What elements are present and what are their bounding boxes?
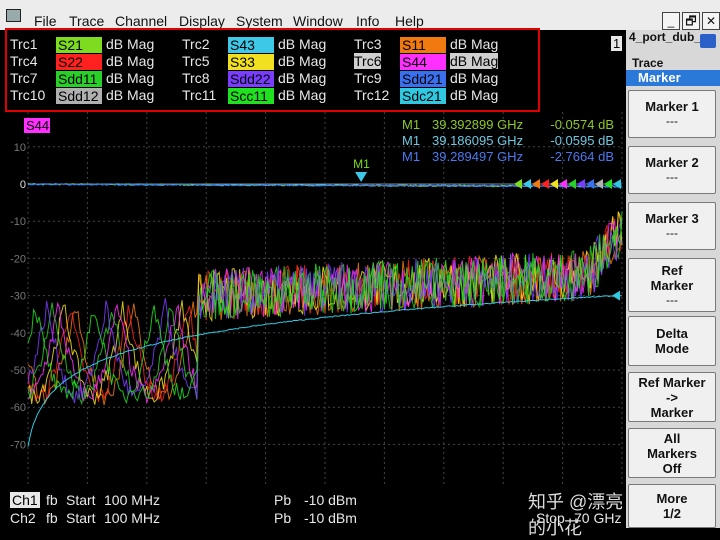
softkey-more[interactable]: More 1/2 [628,484,716,528]
softkey-line: More [656,491,688,506]
softkey-line: All [663,430,681,446]
softkey-all[interactable]: All Markers Off [628,428,716,478]
softkey-line: --- [666,114,678,128]
menu-file[interactable]: File [34,13,57,29]
ch1-fb: fb [46,492,58,508]
softkey-line: Delta [656,326,688,341]
marker-menu-title: Marker [626,70,720,86]
softkey-line: 1/2 [662,506,682,521]
y-tick-label: -40 [10,328,26,340]
softkey-panel: 4_port_dub_ Trace Marker Marker 1 --- Mark… [626,30,720,528]
softkey-line: -> [666,389,678,405]
marker-readout-value: -0.0574 dB [550,117,614,132]
softkey-line: Markers [647,445,697,461]
watermark: 知乎 @漂亮的小花 [528,492,624,538]
y-tick-label: -30 [10,291,26,303]
trace-diagram: 10 0 -10 -20 -30 -40 -50 -60 -70 M1 39.392899 GHz… [0,112,626,486]
ch1-start-label: Start [66,492,96,508]
trace-menu-label: Trace [632,56,664,70]
marker-readout-freq: 39.289497 GHz [432,149,523,164]
ch2-start-label: Start [66,510,96,526]
softkey-marker-2[interactable]: Marker 2 --- [628,146,716,194]
marker-tag: M1 [353,157,370,171]
channel1-label[interactable]: Ch1 [10,492,40,508]
softkey-line: Ref Marker [638,374,706,390]
softkey-delta[interactable]: Delta Mode [628,316,716,366]
softkey-line: --- [666,226,678,240]
y-tick-label: -50 [10,365,26,377]
softkey-line: Marker [650,404,694,420]
ch2-start-value: 100 MHz [104,510,161,526]
app-icon[interactable] [6,9,21,22]
softkey-line: Ref [661,262,683,278]
restore-button[interactable]: 🗗 [682,12,700,30]
y-tick-label: -70 [10,439,26,451]
menu-info[interactable]: Info [356,13,379,29]
menu-help[interactable]: Help [395,13,424,29]
softkey-ref[interactable]: Ref Marker --- [628,258,716,312]
softkey-ref-marker[interactable]: Ref Marker -> Marker [628,372,716,422]
menu-trace[interactable]: Trace [69,13,104,29]
marker-readout-label: M1 [402,133,420,148]
y-tick-label: -60 [10,402,26,414]
ch2-power: -10 dBm [304,510,357,526]
softkey-marker-1[interactable]: Marker 1 --- [628,90,716,138]
ch1-power: -10 dBm [304,492,357,508]
softkey-line: Marker [650,277,694,293]
softkey-marker-3[interactable]: Marker 3 --- [628,202,716,250]
marker-readout-freq: 39.186095 GHz [432,133,523,148]
menu-channel[interactable]: Channel [115,13,167,29]
softkey-line: Mode [655,341,689,356]
softkey-line: --- [666,292,678,307]
menu-bar: File Trace Channel Display System Window… [0,0,720,30]
menu-system[interactable]: System [236,13,283,29]
softkey-line: Marker 2 [645,155,699,170]
ch1-start-value: 100 MHz [104,492,161,508]
ch2-pb: Pb [274,510,292,526]
y-tick-label: 10 [14,142,26,154]
minimize-button[interactable]: _ [662,12,680,30]
marker-readout-value: -0.0595 dB [550,133,614,148]
ch2-fb: fb [46,510,58,526]
y-tick-label: 0 [20,179,26,191]
softkey-line: Off [662,460,682,476]
softkey-line: Marker 1 [645,99,699,114]
menu-display[interactable]: Display [179,13,225,29]
rs-logo-icon [700,34,716,48]
softkey-line: --- [666,170,678,184]
channel-number-badge[interactable]: 1 [611,36,623,51]
marker-readout-label: M1 [402,149,420,164]
softkey-line: Marker 3 [645,211,699,226]
ch1-pb: Pb [274,492,292,508]
channel2-label[interactable]: Ch2 [10,510,36,526]
y-tick-label: -20 [10,253,26,265]
marker-readout-freq: 39.392899 GHz [432,117,523,132]
highlight-box [5,28,540,112]
marker-readout-label: M1 [402,117,420,132]
menu-window[interactable]: Window [293,13,343,29]
active-trace-label: S44 [26,118,49,133]
channel-footer: Ch1 fb Start 100 MHz Pb -10 dBm Ch2 fb S… [0,486,626,538]
close-button[interactable]: ✕ [702,12,720,30]
marker-readout-value: -2.7664 dB [550,149,614,164]
y-tick-label: -10 [10,216,26,228]
